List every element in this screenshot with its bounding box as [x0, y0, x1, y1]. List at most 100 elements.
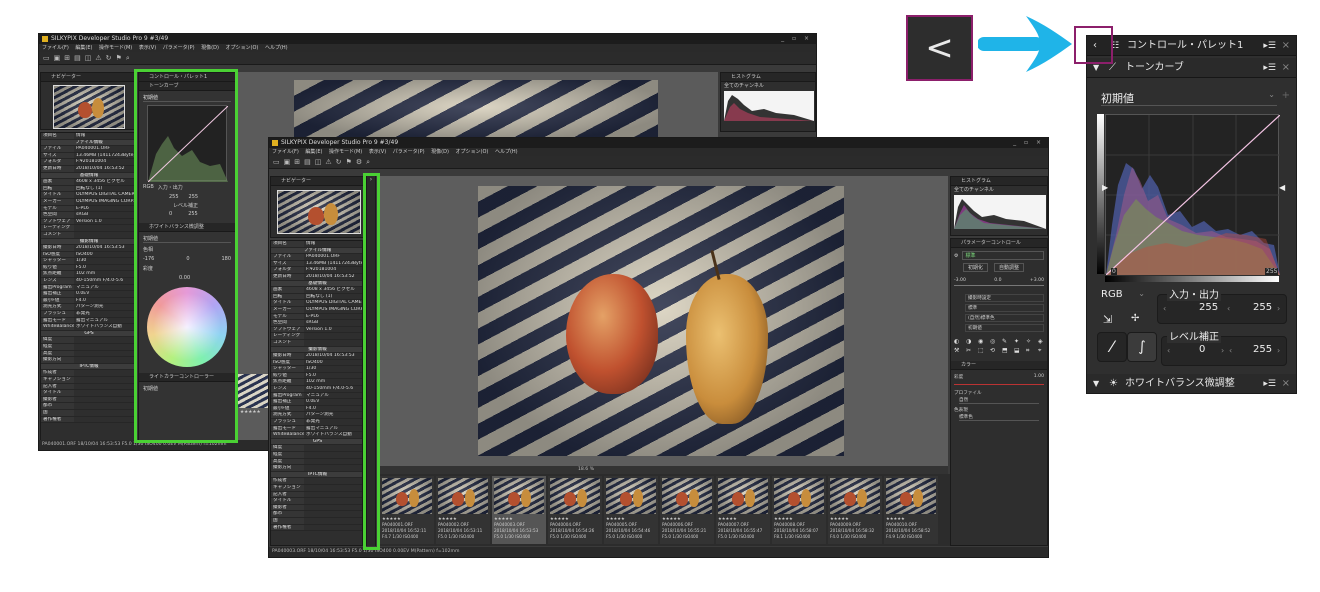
menu-parameter[interactable]: パラメータ(P)	[393, 149, 425, 155]
menu-file[interactable]: ファイル(F)	[272, 149, 299, 155]
table-row[interactable]: IPTC情報	[271, 471, 362, 479]
table-row[interactable]: 最小F値 F4.0	[271, 405, 362, 413]
tool-icon[interactable]: ✎	[1002, 338, 1012, 345]
table-row[interactable]: ファイル情報	[271, 247, 362, 255]
table-row[interactable]: モデル E-PL6	[271, 313, 362, 321]
thumbnail-item[interactable]: ★★★★★ PA040002.ORF 2018/10/04 16:53:11 F5.0…	[436, 476, 490, 544]
tool-icon[interactable]: ✦	[1014, 338, 1024, 345]
param-row[interactable]: 撮影時設定	[965, 294, 1044, 302]
menu-option[interactable]: オプション(O)	[226, 45, 259, 51]
toolbar-warning-icon[interactable]: ⚠	[325, 158, 331, 166]
table-row[interactable]: フラッシュ 非発光	[41, 311, 135, 318]
toolbar-save-icon[interactable]: ▣	[284, 158, 291, 166]
table-row[interactable]: 露出モード 露出マニュアル	[41, 317, 135, 325]
menu-view[interactable]: 表示(V)	[139, 45, 156, 51]
menu-parameter[interactable]: パラメータ(P)	[163, 45, 195, 51]
table-row[interactable]: 記入者	[41, 383, 135, 391]
table-row[interactable]: GPS	[41, 330, 135, 338]
menu-help[interactable]: ヘルプ(H)	[265, 45, 288, 51]
table-row[interactable]: レンズ 40-150mm F/4.0-5.6	[271, 386, 362, 393]
table-row[interactable]: 更新日時 2018/10/04 16:53:52	[271, 273, 362, 281]
table-row[interactable]: コメント	[41, 231, 135, 239]
left-slider-handle-icon[interactable]: ▶	[1102, 183, 1108, 192]
panel-menu-icon[interactable]: ▸☰	[1263, 36, 1276, 56]
close-icon[interactable]: ×	[1282, 36, 1290, 56]
table-row[interactable]: IPTC情報	[41, 363, 135, 371]
tool-icon[interactable]: ⬒	[1002, 347, 1012, 355]
param-row[interactable]: 標準	[965, 304, 1044, 312]
table-row[interactable]: ファイル PA040001.ORF	[41, 146, 135, 153]
thumbnail-image[interactable]	[662, 478, 712, 514]
toolbar-open-icon[interactable]: ▭	[43, 54, 50, 62]
table-row[interactable]: 緯度	[41, 337, 135, 344]
table-row[interactable]: 撮影日時 2018/10/04 16:53:53	[41, 245, 135, 252]
table-row[interactable]: 作成者	[41, 370, 135, 377]
table-row[interactable]: 経度	[271, 452, 362, 459]
table-row[interactable]: 記入者	[271, 491, 362, 499]
level-low-dec-icon[interactable]: ‹	[1167, 346, 1170, 355]
toolbar-develop-icon[interactable]: ⚙	[356, 158, 362, 166]
table-row[interactable]: 都市	[41, 403, 135, 410]
table-row[interactable]: 最小F値 F4.0	[41, 297, 135, 305]
tool-icon[interactable]: ⌗	[1026, 347, 1036, 355]
init-button[interactable]: 初期化	[963, 263, 989, 272]
toolbar-grid-icon[interactable]: ⊞	[64, 54, 70, 62]
color-sat-val[interactable]: 1.00	[1034, 374, 1044, 380]
table-row[interactable]: 画素 4608 x 3456 ピクセル	[271, 287, 362, 294]
table-row[interactable]: 焦点距離 102 mm	[41, 271, 135, 279]
table-row[interactable]: 更新日時 2018/10/04 16:53:52	[41, 165, 135, 173]
thumbnail-item[interactable]: ★★★★★ PA040003.ORF 2018/10/04 16:53:53 F5.0…	[492, 476, 546, 544]
table-row[interactable]: コメント	[271, 339, 362, 347]
table-row[interactable]: タイトル OLYMPUS DIGITAL CAMERA	[271, 300, 362, 307]
table-row[interactable]: キャプション	[41, 376, 135, 384]
tool-icon[interactable]: ✂	[966, 347, 976, 355]
table-row[interactable]: メーカー OLYMPUS IMAGING CORP.	[41, 198, 135, 206]
tool-icon[interactable]: ⬓	[1014, 347, 1024, 355]
table-row[interactable]: 露出Program マニュアル	[41, 284, 135, 292]
toolbar-flag-icon[interactable]: ⚑	[116, 54, 122, 62]
close-icon[interactable]: ×	[1282, 58, 1290, 78]
thumbnail-image[interactable]	[774, 478, 824, 514]
tool-icon[interactable]: ◈	[1038, 338, 1047, 345]
table-row[interactable]: 撮影情報	[41, 238, 135, 246]
table-row[interactable]: フォルダ F:¥20181004	[41, 159, 135, 166]
menu-edit[interactable]: 編集(E)	[75, 45, 92, 51]
thumbnail-item[interactable]: ★★★★★ PA040004.ORF 2018/10/04 16:54:26 F5.0…	[548, 476, 602, 544]
menu-edit[interactable]: 編集(E)	[305, 149, 322, 155]
tool-icon[interactable]: ✧	[1026, 338, 1036, 345]
thumbnail-item[interactable]: ★★★★★ PA040010.ORF 2018/10/04 16:58:52 F4.9…	[884, 476, 938, 544]
table-row[interactable]: 回転 回転なし (1)	[271, 293, 362, 301]
table-row[interactable]: 高度	[41, 350, 135, 358]
right-slider-handle-icon[interactable]: ◀	[1279, 183, 1285, 192]
level-high-value[interactable]: 255	[1253, 344, 1272, 355]
toolbar-flag-icon[interactable]: ⚑	[346, 158, 352, 166]
toolbar-compare-icon[interactable]: ◫	[85, 54, 92, 62]
menu-help[interactable]: ヘルプ(H)	[495, 149, 518, 155]
zoom-preset-select[interactable]: 初期値 ⌄	[1101, 90, 1277, 106]
table-row[interactable]: 撮影方向	[271, 465, 362, 472]
table-row[interactable]: 回転 回転なし (1)	[41, 185, 135, 193]
table-row[interactable]: 露出Program マニュアル	[271, 392, 362, 400]
table-row[interactable]: 撮影者	[271, 504, 362, 512]
profile-select[interactable]: 自然	[959, 397, 1039, 404]
table-row[interactable]: 高度	[271, 458, 362, 466]
io-out-value[interactable]: 255	[1253, 302, 1272, 313]
window-controls[interactable]: _ ▫ ×	[1013, 138, 1044, 148]
thumbnail-item[interactable]: ★★★★★ PA040007.ORF 2018/10/04 16:55:47 F5.0…	[716, 476, 770, 544]
table-row[interactable]: フォルダ F:¥20181004	[271, 267, 362, 274]
table-row[interactable]: 測光方式 パターン測光	[271, 412, 362, 420]
io-in-dec-icon[interactable]: ‹	[1163, 304, 1166, 313]
table-row[interactable]: モデル E-PL6	[41, 205, 135, 213]
table-row[interactable]: 絞り値 F5.0	[271, 372, 362, 380]
table-row[interactable]: 色空間 sRGB	[41, 212, 135, 219]
thumbnail-item[interactable]: ★★★★★ PA040001.ORF 2018/10/04 16:52:11 F4.7…	[380, 476, 434, 544]
table-row[interactable]: キャプション	[271, 484, 362, 492]
zoomed-collapse-button[interactable]: <	[906, 15, 973, 81]
add-preset-icon[interactable]: +	[1282, 90, 1290, 101]
param-preset[interactable]: 標準	[962, 251, 1044, 260]
thumbnail-image[interactable]	[718, 478, 768, 514]
menu-view[interactable]: 表示(V)	[369, 149, 386, 155]
navigator-thumbnail[interactable]	[277, 190, 361, 234]
table-row[interactable]: メーカー OLYMPUS IMAGING CORP.	[271, 306, 362, 314]
table-row[interactable]: 露出補正 0.0EV	[41, 291, 135, 298]
